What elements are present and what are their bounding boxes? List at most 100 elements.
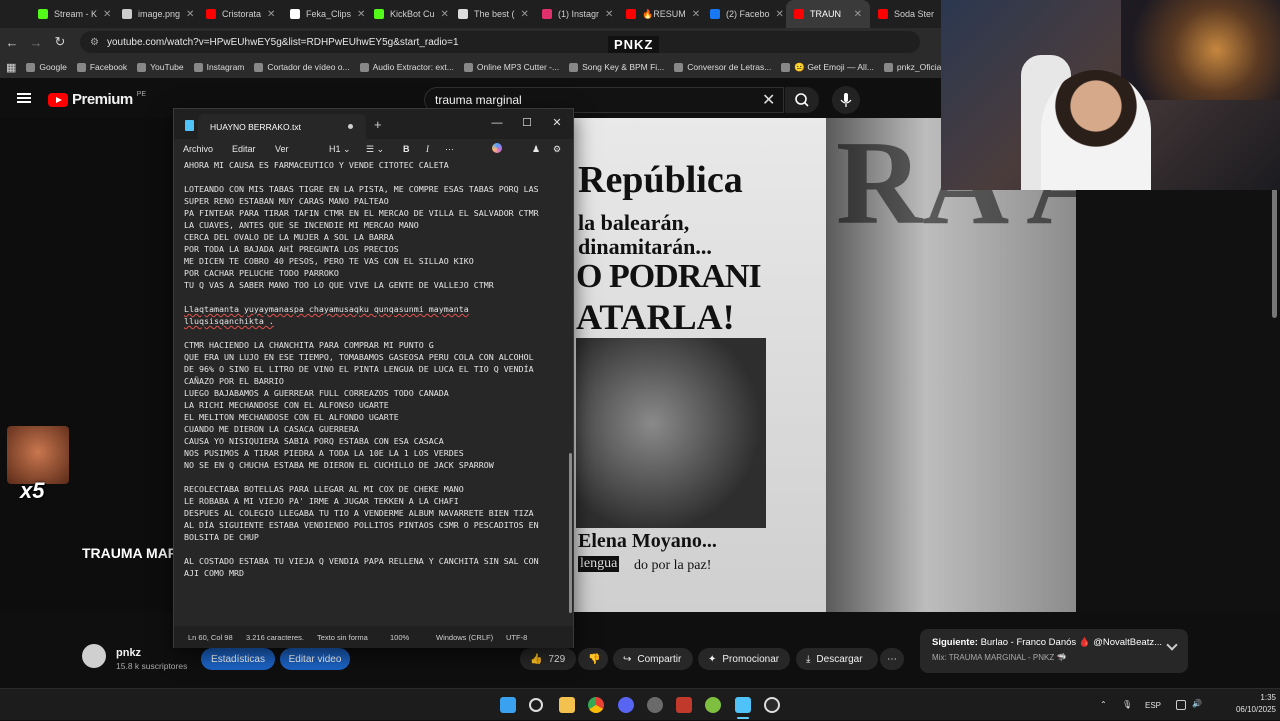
menu-edit[interactable]: Editar bbox=[232, 144, 256, 154]
minimize-button[interactable]: — bbox=[482, 113, 512, 133]
close-button[interactable]: ✕ bbox=[542, 113, 572, 133]
dislike-button[interactable]: 👎 bbox=[578, 648, 608, 670]
bookmark-item[interactable]: Audio Extractor: ext... bbox=[359, 62, 454, 72]
bold-icon[interactable]: B bbox=[403, 144, 410, 154]
discord-icon[interactable] bbox=[618, 697, 634, 713]
channel-name[interactable]: pnkz bbox=[116, 647, 141, 659]
tab-close-icon[interactable]: ✕ bbox=[186, 9, 194, 20]
next-up-card[interactable]: Siguiente: Burlao - Franco Danós 🩸 @Nova… bbox=[920, 629, 1188, 673]
browser-tab[interactable]: KickBot Cu ✕ bbox=[366, 0, 450, 28]
tab-close-icon[interactable]: ✕ bbox=[441, 9, 449, 20]
browser-tab[interactable]: The best (✕ bbox=[450, 0, 534, 28]
editor-scrollbar[interactable] bbox=[569, 453, 572, 613]
taskbar-search-icon[interactable] bbox=[529, 698, 543, 712]
bookmark-label: 😐 Get Emoji — All... bbox=[794, 61, 874, 72]
browser-tab[interactable]: image.png ✕ bbox=[114, 0, 198, 28]
voice-search-button[interactable] bbox=[832, 86, 860, 114]
edit-video-button[interactable]: Editar video bbox=[280, 648, 350, 670]
tab-close-icon[interactable]: ✕ bbox=[692, 9, 700, 20]
like-button[interactable]: 👍 729 bbox=[520, 648, 576, 670]
video-editor-icon[interactable] bbox=[676, 697, 692, 713]
tab-label: 🔥RESUM bbox=[642, 8, 686, 19]
more-options-icon[interactable]: ⋯ bbox=[445, 144, 454, 155]
chrome-icon[interactable] bbox=[588, 697, 604, 713]
maximize-button[interactable]: ☐ bbox=[512, 113, 542, 133]
apps-grid-icon[interactable]: ▦ bbox=[6, 61, 16, 74]
heading-dropdown[interactable]: H1 ⌄ bbox=[329, 144, 351, 155]
browser-tab[interactable]: TRAUN ✕ bbox=[786, 0, 870, 28]
youtube-premium-logo[interactable]: Premium PE bbox=[48, 91, 146, 108]
avatar[interactable] bbox=[82, 644, 106, 668]
tab-close-icon[interactable]: ✕ bbox=[267, 9, 275, 20]
menu-view[interactable]: Ver bbox=[275, 144, 289, 154]
text-line: CERCA DEL OVALO DE LA MUJER A SOL LA BAR… bbox=[184, 232, 394, 242]
analytics-button[interactable]: Estadísticas bbox=[201, 648, 275, 670]
media-player-icon[interactable] bbox=[764, 697, 780, 713]
tab-close-icon[interactable]: ✕ bbox=[521, 9, 529, 20]
notepad-taskbar-icon[interactable] bbox=[735, 697, 751, 713]
italic-icon[interactable]: I bbox=[426, 144, 429, 154]
forward-icon[interactable]: → bbox=[24, 35, 48, 50]
search-button[interactable] bbox=[785, 87, 819, 113]
encoding[interactable]: UTF-8 bbox=[506, 633, 527, 642]
bookmark-item[interactable]: Song Key & BPM Fi... bbox=[569, 62, 664, 72]
download-button[interactable]: ⤓ Descargar bbox=[796, 648, 878, 670]
volume-icon[interactable]: 🔊 bbox=[1192, 699, 1202, 708]
tab-close-icon[interactable]: ✕ bbox=[103, 9, 111, 20]
bookmark-item[interactable]: Conversor de Letras... bbox=[674, 62, 771, 72]
list-format-icon[interactable]: ☰ ⌄ bbox=[366, 144, 384, 155]
browser-tab[interactable]: (1) Instagr ✕ bbox=[534, 0, 618, 28]
url-field[interactable]: ⚙ youtube.com/watch?v=HPwEUhwEY5g&list=R… bbox=[80, 31, 920, 53]
tab-close-icon[interactable]: ✕ bbox=[854, 9, 862, 20]
tab-close-icon[interactable]: ✕ bbox=[357, 9, 365, 20]
reload-icon[interactable]: ↻ bbox=[48, 34, 72, 50]
promote-button[interactable]: ✦ Promocionar bbox=[698, 648, 790, 670]
tab-close-icon[interactable]: ✕ bbox=[776, 9, 784, 20]
share-button[interactable]: ↪ Compartir bbox=[613, 648, 693, 670]
browser-tab[interactable]: Stream - K ✕ bbox=[30, 0, 114, 28]
clock-time[interactable]: 1:35 bbox=[1236, 693, 1276, 702]
bookmark-item[interactable]: Instagram bbox=[193, 62, 244, 72]
clock-date[interactable]: 06/10/2025 bbox=[1210, 705, 1276, 714]
copilot-icon[interactable] bbox=[492, 143, 502, 153]
windows-start-icon[interactable] bbox=[500, 697, 516, 713]
search-icon bbox=[795, 93, 809, 107]
unsaved-dot-icon[interactable] bbox=[348, 124, 353, 129]
bookmark-item[interactable]: pnkz_Oficial bbox=[883, 62, 943, 72]
browser-tab[interactable]: Cristorata ✕ bbox=[198, 0, 282, 28]
file-explorer-icon[interactable] bbox=[559, 697, 575, 713]
xbox-icon[interactable] bbox=[705, 697, 721, 713]
new-tab-plus-icon[interactable]: + bbox=[374, 117, 382, 132]
keyboard-language[interactable]: ESP bbox=[1145, 701, 1161, 710]
bookmark-item[interactable]: YouTube bbox=[137, 62, 184, 72]
site-info-icon[interactable]: ⚙ bbox=[90, 37, 99, 48]
page-scrollbar[interactable] bbox=[1272, 188, 1277, 318]
bookmark-item[interactable]: 😐 Get Emoji — All... bbox=[781, 62, 874, 73]
tray-mic-icon[interactable]: 🎙 bbox=[1122, 700, 1132, 709]
text-format[interactable]: Texto sin forma bbox=[317, 633, 368, 642]
browser-tab[interactable]: Feka_Clips ✕ bbox=[282, 0, 366, 28]
zoom-level[interactable]: 100% bbox=[390, 633, 409, 642]
tray-chevron-icon[interactable]: ⌃ bbox=[1100, 700, 1107, 709]
menu-file[interactable]: Archivo bbox=[183, 144, 213, 154]
obs-icon[interactable] bbox=[647, 697, 663, 713]
line-ending[interactable]: Windows (CRLF) bbox=[436, 633, 493, 642]
account-icon[interactable]: ♟ bbox=[532, 144, 540, 155]
bookmark-item[interactable]: Facebook bbox=[76, 62, 127, 72]
bookmark-item[interactable]: Google bbox=[26, 62, 67, 72]
settings-gear-icon[interactable]: ⚙ bbox=[553, 144, 561, 155]
back-icon[interactable]: ← bbox=[0, 35, 24, 50]
clear-search-icon[interactable]: ✕ bbox=[762, 90, 775, 110]
bookmark-favicon-icon bbox=[674, 62, 684, 72]
more-actions-button[interactable]: ⋯ bbox=[880, 648, 904, 670]
logo-region: PE bbox=[136, 91, 147, 98]
tab-close-icon[interactable]: ✕ bbox=[605, 9, 613, 20]
bookmark-item[interactable]: Cortador de vídeo o... bbox=[254, 62, 350, 72]
notepad-file-tab[interactable]: HUAYNO BERRAKO.txt bbox=[198, 114, 366, 139]
network-icon[interactable] bbox=[1176, 700, 1186, 710]
hamburger-menu-icon[interactable] bbox=[17, 93, 31, 103]
browser-tab[interactable]: 🔥RESUM ✕ bbox=[618, 0, 702, 28]
bookmark-item[interactable]: Online MP3 Cutter -... bbox=[463, 62, 559, 72]
browser-tab[interactable]: (2) Facebo ✕ bbox=[702, 0, 786, 28]
text-editor-area[interactable]: AHORA MI CAUSA ES FARMACEUTICO Y VENDE C… bbox=[174, 159, 573, 625]
